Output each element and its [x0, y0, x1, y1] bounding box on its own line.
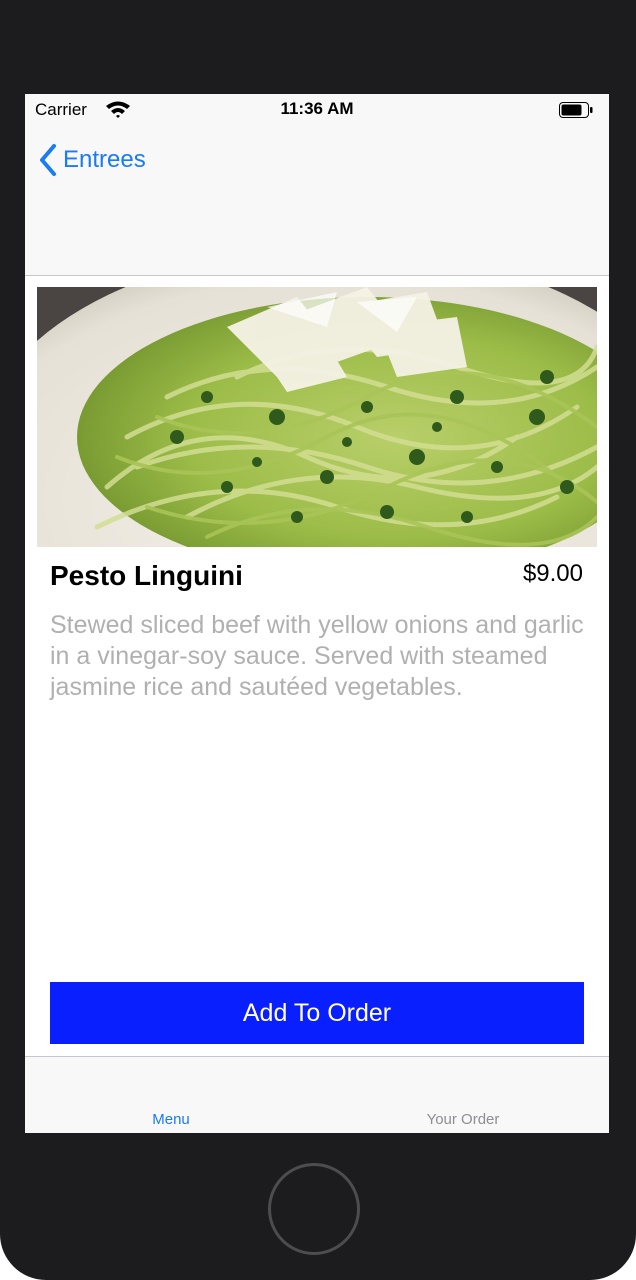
- tab-menu[interactable]: Menu: [91, 1111, 251, 1128]
- pesto-linguini-photo: [37, 287, 597, 547]
- chevron-left-icon: [40, 144, 56, 176]
- dish-title: Pesto Linguini: [50, 560, 243, 591]
- tab-bar: Menu Your Order: [25, 1056, 609, 1133]
- dish-description: Stewed sliced beef with yellow onions an…: [50, 611, 584, 701]
- tab-your-order[interactable]: Your Order: [383, 1111, 543, 1128]
- dish-image: [37, 287, 597, 547]
- add-to-order-button[interactable]: Add To Order: [50, 982, 584, 1044]
- back-button[interactable]: Entrees: [37, 142, 146, 178]
- dish-price: $9.00: [522, 560, 583, 587]
- navigation-bar: Entrees: [25, 128, 609, 276]
- back-button-label: Entrees: [63, 146, 146, 173]
- status-bar: Carrier 11:36 AM: [25, 94, 609, 128]
- battery-icon: [559, 102, 593, 118]
- phone-frame: Carrier 11:36 AM Entrees Pesto Linguini …: [0, 0, 636, 1280]
- screen: Carrier 11:36 AM Entrees Pesto Linguini …: [25, 94, 609, 1133]
- status-time: 11:36 AM: [280, 99, 354, 118]
- home-button[interactable]: [268, 1163, 360, 1255]
